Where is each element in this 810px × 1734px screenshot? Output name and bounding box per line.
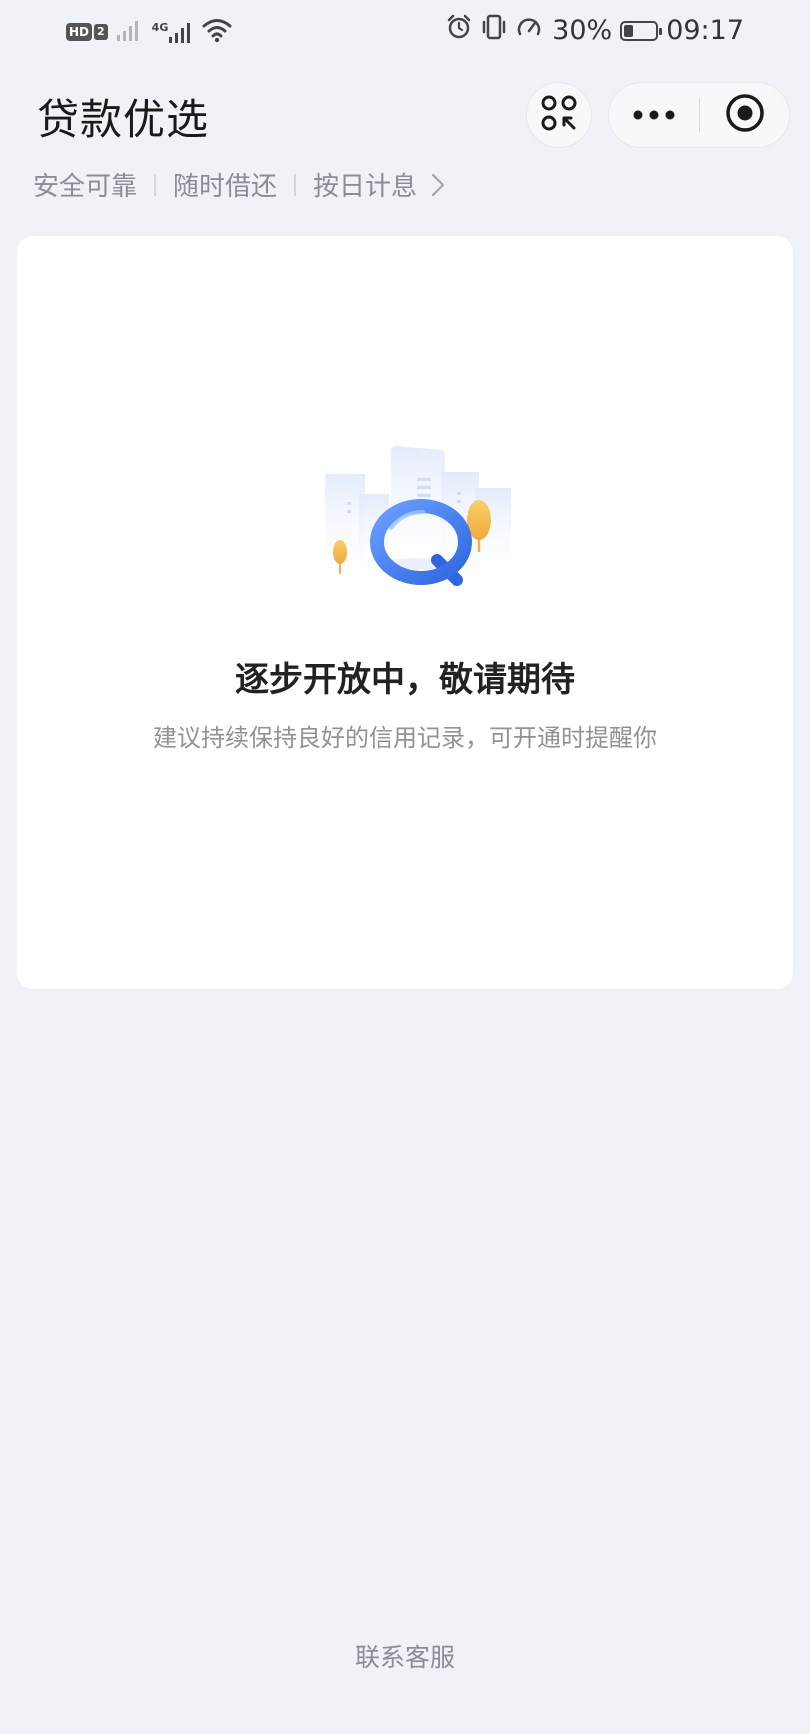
close-target-icon: [724, 92, 766, 138]
more-icon: [632, 106, 676, 125]
network-label: 4G: [151, 21, 169, 34]
hd-label: HD: [66, 23, 93, 41]
mini-program-switch-button[interactable]: [526, 82, 592, 148]
mini-program-switch-icon: [540, 94, 578, 136]
status-bar-left: HD 2 4G: [66, 17, 232, 47]
status-bar-right: 30% 09:17: [446, 14, 744, 47]
tag-divider: [154, 173, 157, 196]
signal-icon: [116, 17, 144, 47]
contact-support-link[interactable]: 联系客服: [0, 1638, 810, 1674]
4g-signal-icon: 4G: [152, 19, 195, 45]
tag-flexible: 随时借还: [173, 172, 278, 202]
magnifier-city-illustration: [307, 432, 523, 600]
clock-time: 09:17: [666, 15, 744, 46]
empty-state-description: 建议持续保持良好的信用记录，可开通时提醒你: [153, 724, 657, 752]
chevron-right-icon: [431, 173, 445, 197]
tag-divider: [294, 173, 297, 196]
vibrate-icon: [480, 14, 508, 47]
wifi-icon: [202, 17, 232, 47]
more-button[interactable]: [609, 83, 699, 147]
feature-tags[interactable]: 安全可靠 随时借还 按日计息: [33, 166, 445, 203]
speed-icon: [516, 14, 544, 47]
alarm-icon: [446, 14, 472, 47]
status-bar: HD 2 4G 30% 09:17: [0, 0, 810, 62]
tag-daily-interest: 按日计息: [313, 172, 418, 202]
page-title: 贷款优选: [37, 95, 210, 144]
empty-state-card: 逐步开放中，敬请期待 建议持续保持良好的信用记录，可开通时提醒你: [17, 236, 793, 989]
battery-fill: [624, 24, 634, 37]
battery-percent: 30%: [552, 15, 613, 46]
battery-icon: [620, 20, 663, 41]
sim-label: 2: [94, 24, 108, 40]
menu-capsule: [608, 82, 790, 148]
tag-safe: 安全可靠: [33, 172, 138, 202]
hd-icon: HD 2: [66, 23, 108, 41]
close-button[interactable]: [700, 83, 789, 147]
empty-state-title: 逐步开放中，敬请期待: [235, 660, 575, 700]
